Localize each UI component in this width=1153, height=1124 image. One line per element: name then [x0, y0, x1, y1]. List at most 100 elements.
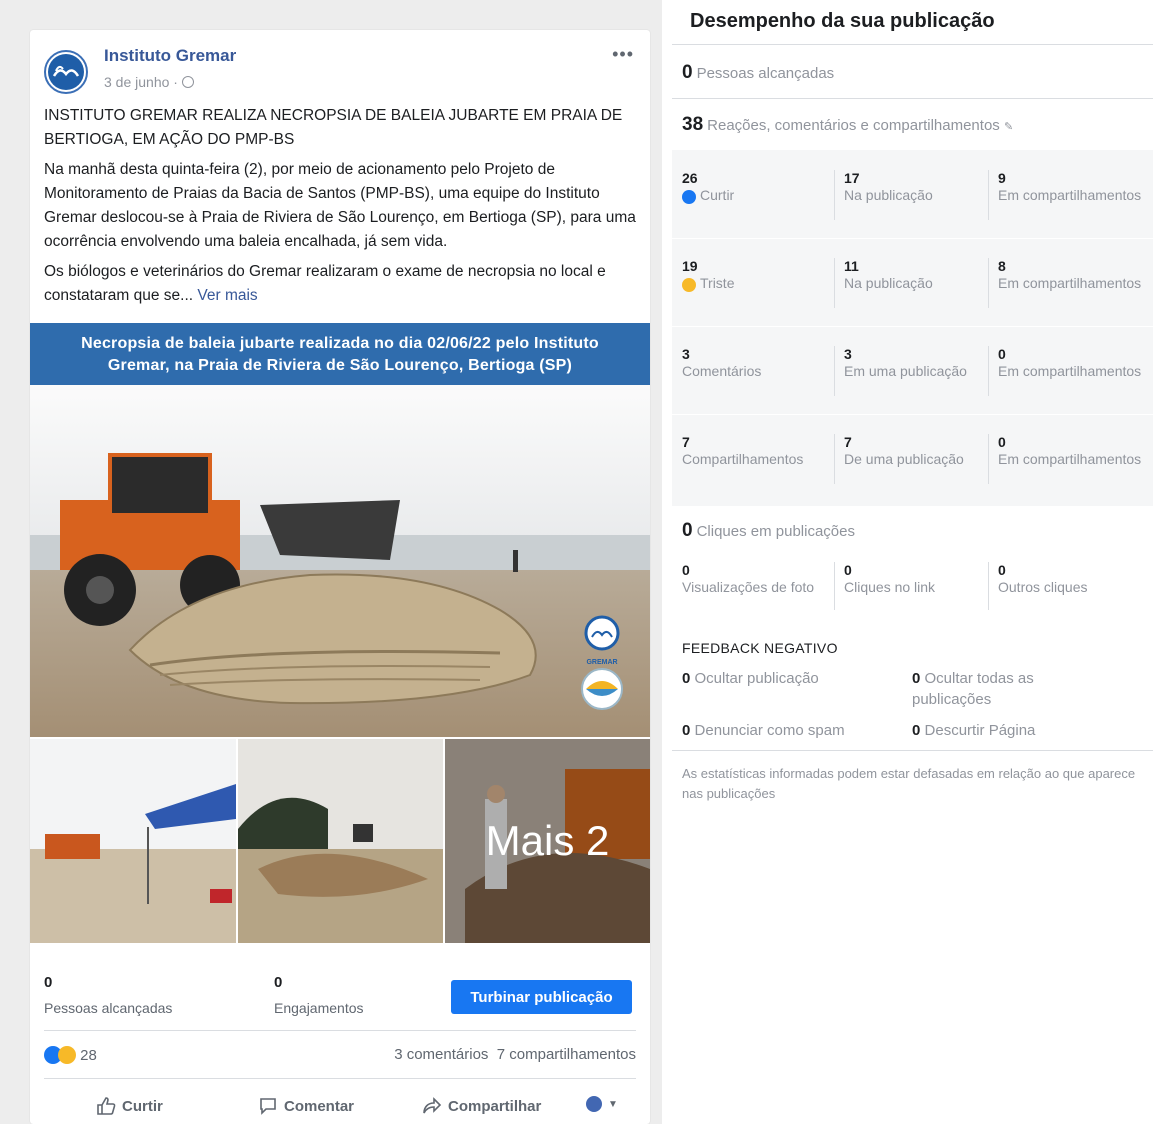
comment-button-label[interactable]: Comentar [284, 1098, 354, 1115]
post-paragraph-2-text: Os biólogos e veterinários do Gremar rea… [44, 263, 606, 304]
grid-label-text: Em uma publicação [844, 363, 967, 379]
grid-label-text: Triste [700, 275, 735, 291]
like-button-label[interactable]: Curtir [122, 1098, 163, 1115]
comment-button[interactable]: Comentar [258, 1096, 354, 1116]
audience-selector[interactable]: ▼ [586, 1096, 618, 1112]
grid-label-text: Na publicação [844, 187, 933, 203]
thumbnail-2[interactable] [238, 739, 443, 943]
more-photos-overlay[interactable]: Mais 2 [445, 739, 650, 943]
photo-thumbnails: Mais 2 [30, 739, 650, 943]
share-button-label[interactable]: Compartilhar [448, 1098, 541, 1115]
comments-shares: 3 comentários 7 compartilhamentos [394, 1046, 636, 1063]
main-photo[interactable]: GREMAR [30, 385, 650, 737]
grid-sad-col1: 19 Triste [682, 258, 832, 292]
grid-label-text: Em compartilhamentos [998, 451, 1142, 467]
divider [672, 44, 1153, 45]
grid-label-text: Curtir [700, 187, 735, 203]
clicks-other: 0 Outros cliques [998, 562, 1148, 596]
chevron-down-icon: ▼ [608, 1098, 618, 1110]
post-paragraph-1: Na manhã desta quinta-feira (2), por mei… [44, 161, 636, 250]
divider [988, 562, 989, 610]
post-paragraph-2: Os biólogos e veterinários do Gremar rea… [44, 260, 644, 308]
grid-value: 0 [998, 434, 1006, 450]
page-name-link[interactable]: Instituto Gremar [104, 46, 236, 66]
clicks-other-value: 0 [998, 562, 1006, 578]
grid-value: 7 [682, 434, 690, 450]
grid-shares-col1: 7 Compartilhamentos [682, 434, 832, 468]
insights-reach-value: 0 [682, 62, 693, 83]
reactions-bar: 28 3 comentários 7 compartilhamentos [44, 1046, 636, 1068]
reaction-count[interactable]: 28 [80, 1047, 97, 1064]
negative-unlike-page: 0 Descurtir Página [912, 720, 1112, 741]
insights-title: Desempenho da sua publicação [690, 10, 995, 32]
negative-unlike-page-label: Descurtir Página [924, 722, 1036, 739]
divider [834, 562, 835, 610]
comment-icon [260, 1098, 276, 1115]
negative-hide-post: 0 Ocultar publicação [682, 668, 902, 689]
grid-shares-col2: 7 De uma publicação [844, 434, 994, 468]
grid-divider [672, 414, 1153, 415]
grid-label: Comentários [682, 362, 832, 380]
comments-count[interactable]: 3 comentários [394, 1046, 488, 1063]
grid-col-divider [988, 258, 989, 308]
clicks-photo-views-value: 0 [682, 562, 690, 578]
negative-feedback-title: FEEDBACK NEGATIVO [682, 640, 838, 656]
sad-reaction-icon[interactable] [58, 1046, 76, 1064]
grid-label: Em compartilhamentos [998, 450, 1148, 468]
grid-comments-col3: 0 Em compartilhamentos [998, 346, 1148, 380]
clicks-other-label: Outros cliques [998, 579, 1088, 595]
page-avatar-icon [586, 1096, 602, 1112]
avatar[interactable] [44, 50, 88, 94]
grid-label: Triste [682, 274, 832, 292]
reach-label: Pessoas alcançadas [44, 1000, 173, 1016]
negative-report-spam-value: 0 [682, 722, 691, 739]
post-header: Instituto Gremar 3 de junho · ••• [44, 44, 636, 104]
grid-comments-col2: 3 Em uma publicação [844, 346, 994, 380]
divider [44, 1030, 636, 1031]
negative-report-spam: 0 Denunciar como spam [682, 720, 902, 741]
clicks-link-value: 0 [844, 562, 852, 578]
shares-count[interactable]: 7 compartilhamentos [497, 1046, 636, 1063]
grid-label-text: Na publicação [844, 275, 933, 291]
grid-col-divider [988, 434, 989, 484]
insights-disclaimer: As estatísticas informadas podem estar d… [682, 766, 1136, 801]
post-headline: INSTITUTO GREMAR REALIZA NECROPSIA DE BA… [44, 107, 623, 148]
negative-hide-post-value: 0 [682, 670, 691, 687]
grid-col-divider [834, 170, 835, 220]
post-date-text[interactable]: 3 de junho · [104, 74, 178, 90]
post-actions: Curtir Comentar Compartilhar ▼ [44, 1096, 636, 1120]
grid-divider [672, 238, 1153, 239]
see-more-link[interactable]: Ver mais [197, 287, 257, 304]
grid-label: Em uma publicação [844, 362, 994, 380]
negative-hide-all-label: Ocultar todas as publicações [912, 670, 1034, 708]
gremar-logo-watermark: GREMAR [581, 615, 623, 710]
grid-value: 19 [682, 258, 698, 274]
post-menu-button[interactable]: ••• [612, 44, 634, 65]
insights-panel: Desempenho da sua publicação 0 Pessoas al… [672, 0, 1153, 1124]
gremar-logo-label: GREMAR [586, 659, 617, 666]
like-button[interactable]: Curtir [96, 1096, 163, 1116]
grid-label-text: Em compartilhamentos [998, 187, 1142, 203]
grid-divider [672, 326, 1153, 327]
boost-post-button[interactable]: Turbinar publicação [451, 980, 632, 1014]
thumbnail-1[interactable] [30, 739, 236, 943]
insights-engagement-value: 38 [682, 114, 704, 135]
info-icon[interactable]: ✎ [1004, 121, 1013, 133]
negative-hide-all: 0 Ocultar todas as publicações [912, 668, 1112, 710]
grid-col-divider [988, 170, 989, 220]
grid-value: 7 [844, 434, 852, 450]
grid-col-divider [834, 258, 835, 308]
insights-clicks: 0 Cliques em publicações [682, 520, 855, 542]
divider [672, 98, 1153, 99]
post-date[interactable]: 3 de junho · [104, 74, 194, 90]
grid-label: Na publicação [844, 274, 994, 292]
grid-label: Na publicação [844, 186, 994, 204]
grid-label: Curtir [682, 186, 832, 204]
grid-sad-col2: 11 Na publicação [844, 258, 994, 292]
grid-label: Em compartilhamentos [998, 362, 1148, 380]
grid-value: 3 [682, 346, 690, 362]
thumbs-up-icon [97, 1097, 116, 1115]
share-button[interactable]: Compartilhar [422, 1096, 541, 1116]
thumbnail-3-more[interactable]: Mais 2 [445, 739, 650, 943]
grid-value: 8 [998, 258, 1006, 274]
